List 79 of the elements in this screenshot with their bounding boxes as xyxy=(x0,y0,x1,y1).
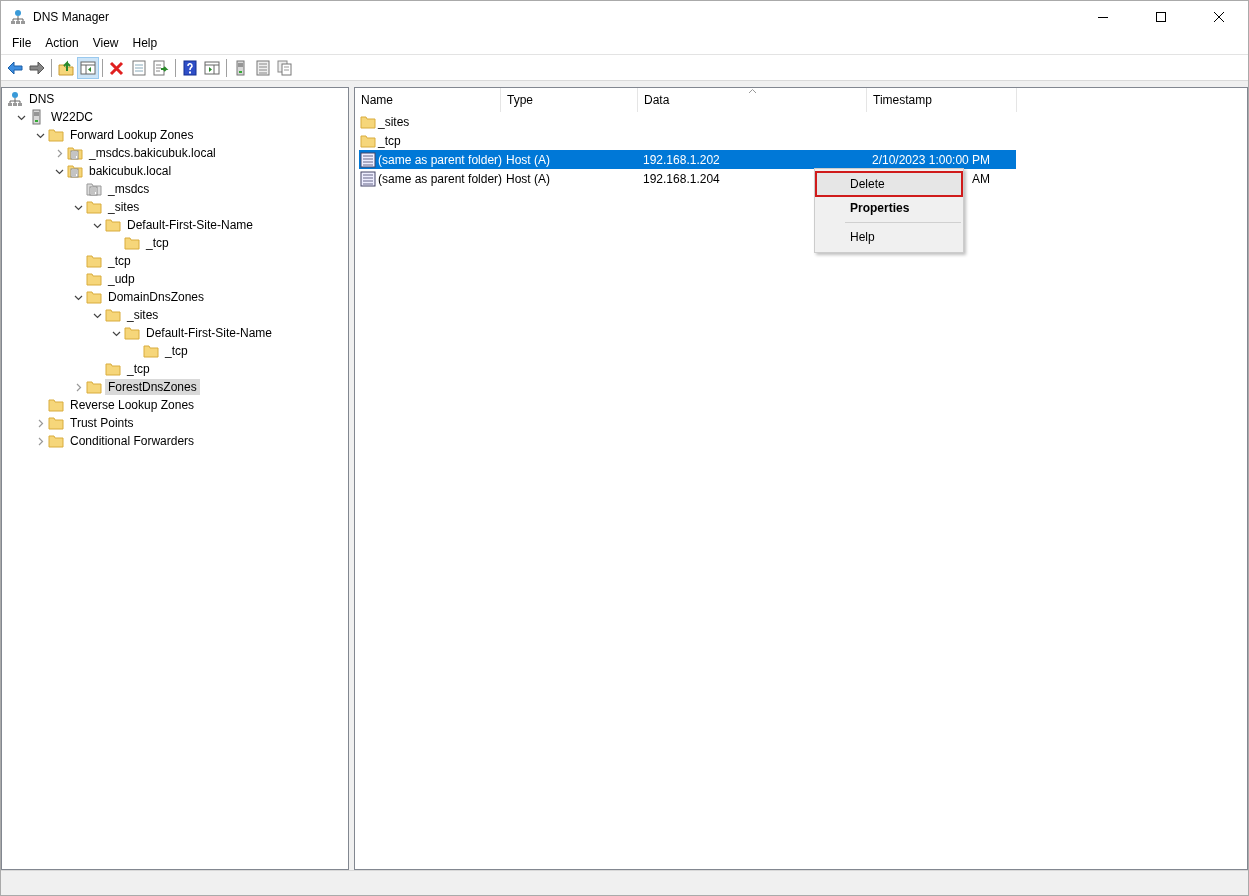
tree-item[interactable]: DomainDnsZones xyxy=(105,289,208,305)
tree-item[interactable]: _tcp xyxy=(105,253,134,269)
window-title: DNS Manager xyxy=(33,9,111,24)
network-icon xyxy=(7,91,23,107)
copy-icon xyxy=(277,59,293,76)
tree-item[interactable]: Default-First-Site-Name xyxy=(143,325,276,341)
menu-item[interactable]: File xyxy=(5,36,39,50)
name-cell: _sites xyxy=(378,114,410,129)
data-cell-text: 192.168.1.202 xyxy=(642,152,721,167)
record-icon xyxy=(360,170,376,187)
menu-item[interactable]: Properties xyxy=(817,197,961,219)
name-cell: (same as parent folder) xyxy=(378,171,503,186)
tree-item[interactable]: bakicubuk.local xyxy=(86,163,175,179)
properties-icon xyxy=(131,59,147,76)
folder-icon xyxy=(105,307,121,323)
export-list-icon xyxy=(153,59,169,76)
folder-icon xyxy=(105,217,121,233)
folder-icon xyxy=(124,325,140,341)
tree-item[interactable]: _msdcs.bakicubuk.local xyxy=(86,145,219,161)
folder-icon xyxy=(360,113,376,130)
folder-icon xyxy=(48,397,64,413)
back-arrow-icon xyxy=(7,59,23,76)
tree-item[interactable]: W22DC xyxy=(48,109,96,125)
console-tree-icon xyxy=(80,59,96,76)
close-icon[interactable] xyxy=(1213,10,1225,23)
selected-row[interactable]: (same as parent folder) Host (A) 192.168.1.202 2/10/2023 1:00:00 PM xyxy=(359,150,1016,169)
zone-file-icon xyxy=(67,163,83,179)
folder-icon xyxy=(86,253,102,269)
folder-icon xyxy=(143,343,159,359)
type-cell-text: Host (A) xyxy=(505,152,551,167)
tree-item[interactable]: Reverse Lookup Zones xyxy=(67,397,198,413)
folder-up-icon xyxy=(58,59,74,76)
menu-item[interactable]: Help xyxy=(817,226,961,248)
menu-item[interactable]: View xyxy=(85,36,126,50)
name-cell: _tcp xyxy=(378,133,401,148)
timestamp-cell-text: 2/10/2023 1:00:00 PM xyxy=(871,152,992,167)
folder-icon xyxy=(86,379,102,395)
tree-item[interactable]: ForestDnsZones xyxy=(105,379,200,395)
folder-icon xyxy=(48,433,64,449)
tree-item[interactable]: _udp xyxy=(105,271,138,287)
tree-item[interactable]: _tcp xyxy=(162,343,191,359)
folder-icon xyxy=(48,127,64,143)
folder-icon xyxy=(105,361,121,377)
delegation-icon xyxy=(86,181,102,197)
folder-icon xyxy=(86,199,102,215)
column-header[interactable]: Timestamp xyxy=(867,88,1017,112)
tree-item[interactable]: _msdcs xyxy=(105,181,153,197)
maximize-icon[interactable] xyxy=(1155,10,1167,23)
column-header[interactable]: Name xyxy=(355,88,501,112)
delete-icon xyxy=(109,59,125,76)
folder-icon xyxy=(48,415,64,431)
zone-file-icon xyxy=(67,145,83,161)
tree-item[interactable]: _tcp xyxy=(143,235,172,251)
forward-arrow-icon xyxy=(29,59,45,76)
tree-item[interactable]: Default-First-Site-Name xyxy=(124,217,257,233)
tree-item[interactable]: _sites xyxy=(105,199,143,215)
tree-item[interactable]: Conditional Forwarders xyxy=(67,433,198,449)
tree-item[interactable]: DNS xyxy=(26,91,58,107)
folder-icon xyxy=(124,235,140,251)
type-cell-text: Host (A) xyxy=(505,171,551,186)
sort-caret-icon xyxy=(748,88,757,94)
pane-icon xyxy=(204,59,220,76)
folder-icon xyxy=(86,289,102,305)
menu-item[interactable]: Help xyxy=(125,36,165,50)
column-header[interactable]: Type xyxy=(501,88,638,112)
menu-item[interactable]: Delete xyxy=(817,173,961,195)
list-icon xyxy=(255,59,271,76)
tree-item[interactable]: Trust Points xyxy=(67,415,137,431)
column-header[interactable]: Data xyxy=(638,88,867,112)
tree-item[interactable]: _sites xyxy=(124,307,162,323)
tree-item[interactable]: _tcp xyxy=(124,361,153,377)
folder-icon xyxy=(360,132,376,149)
menu-item[interactable]: Action xyxy=(38,36,86,50)
help-icon xyxy=(182,59,198,76)
folder-icon xyxy=(86,271,102,287)
record-icon xyxy=(360,151,376,168)
name-cell: (same as parent folder) xyxy=(378,152,503,167)
tree-item[interactable]: Forward Lookup Zones xyxy=(67,127,197,143)
app-icon xyxy=(10,8,26,25)
